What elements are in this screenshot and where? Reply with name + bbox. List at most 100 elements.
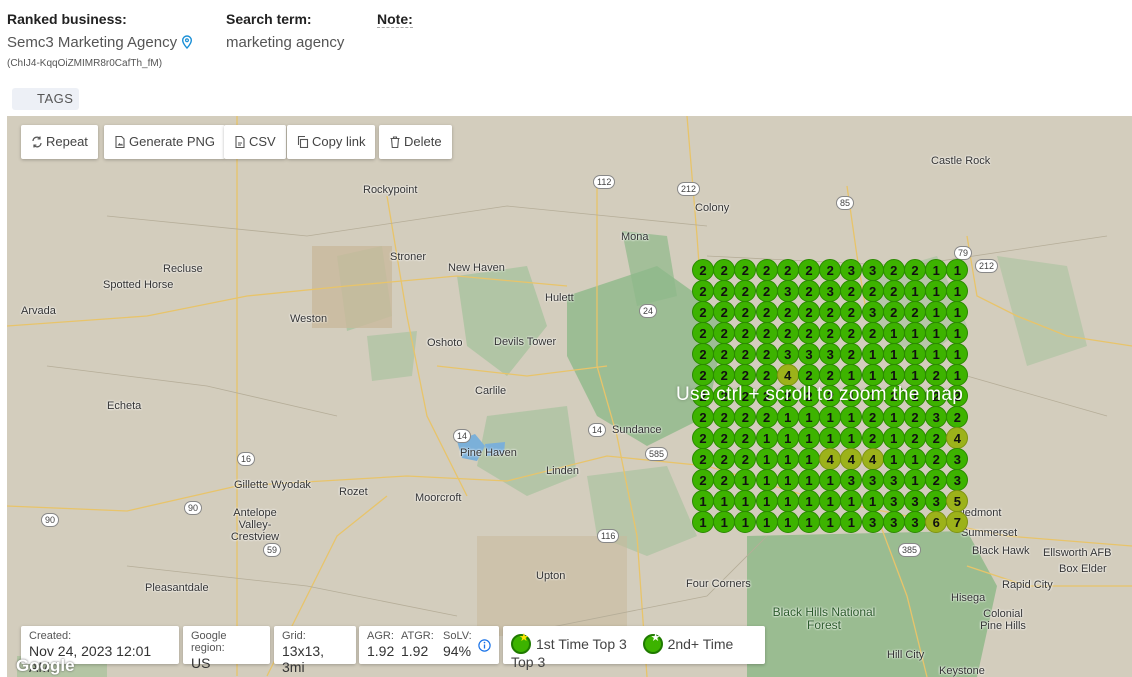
grid-point[interactable]: 1 — [904, 280, 926, 302]
grid-point[interactable]: 2 — [882, 301, 905, 323]
grid-point[interactable]: 2 — [861, 322, 884, 344]
grid-point[interactable]: 1 — [755, 511, 778, 533]
grid-point[interactable]: 3 — [776, 280, 799, 302]
grid-point[interactable]: 2 — [692, 280, 714, 302]
generate-png-button[interactable]: Generate PNG — [104, 125, 225, 159]
grid-point[interactable]: 2 — [692, 322, 714, 344]
grid-point[interactable]: 2 — [692, 364, 714, 386]
grid-point[interactable]: 1 — [882, 364, 905, 386]
grid-point[interactable]: 2 — [798, 280, 820, 302]
grid-point[interactable]: 1 — [755, 448, 778, 470]
grid-point[interactable]: 1 — [861, 343, 884, 365]
grid-point[interactable]: 1 — [904, 469, 926, 491]
grid-point[interactable]: 1 — [776, 427, 799, 449]
grid-point[interactable]: 1 — [692, 511, 714, 533]
grid-point[interactable]: 1 — [882, 322, 905, 344]
grid-point[interactable]: 2 — [692, 406, 714, 428]
map-view[interactable]: Castle Rock Rockypoint Colony Mona Stron… — [7, 116, 1132, 677]
grid-point[interactable]: 2 — [692, 448, 714, 470]
grid-point[interactable]: 1 — [882, 406, 905, 428]
solv-value: 94% — [443, 643, 472, 659]
grid-point[interactable]: 3 — [882, 469, 905, 491]
grid-point[interactable]: 2 — [755, 280, 778, 302]
grid-point[interactable]: 2 — [692, 259, 714, 281]
grid-point[interactable]: 2 — [692, 343, 714, 365]
grid-point[interactable]: 1 — [755, 490, 778, 512]
search-term-value: marketing agency — [226, 34, 345, 51]
grid-point[interactable]: 1 — [861, 490, 884, 512]
grid-point[interactable]: 2 — [798, 364, 820, 386]
grid-point[interactable]: 2 — [755, 343, 778, 365]
grid-point[interactable]: 1 — [904, 448, 926, 470]
grid-point[interactable]: 1 — [776, 406, 799, 428]
grid-point[interactable]: 2 — [776, 322, 799, 344]
grid-point[interactable]: 2 — [755, 322, 778, 344]
grid-point[interactable]: 3 — [861, 511, 884, 533]
repeat-button[interactable]: Repeat — [21, 125, 98, 159]
business-name-text[interactable]: Semc3 Marketing Agency — [7, 34, 177, 51]
grid-point[interactable]: 2 — [861, 406, 884, 428]
grid-point[interactable]: 3 — [776, 343, 799, 365]
grid-point[interactable]: 2 — [755, 301, 778, 323]
csv-button[interactable]: CSV — [224, 125, 286, 159]
grid-point[interactable]: 1 — [798, 427, 820, 449]
grid-point[interactable]: 2 — [904, 427, 926, 449]
grid-point[interactable]: 1 — [882, 343, 905, 365]
grid-point[interactable]: 2 — [861, 280, 884, 302]
grid-point[interactable]: 2 — [692, 427, 714, 449]
grid-point[interactable]: 4 — [776, 364, 799, 386]
delete-button[interactable]: Delete — [379, 125, 452, 159]
grid-point[interactable]: 3 — [798, 343, 820, 365]
grid-point[interactable]: 1 — [755, 469, 778, 491]
grid-point[interactable]: 1 — [904, 322, 926, 344]
grid-point[interactable]: 1 — [798, 511, 820, 533]
grid-point[interactable]: 1 — [882, 427, 905, 449]
grid-point[interactable]: 2 — [755, 406, 778, 428]
grid-point[interactable]: 2 — [755, 259, 778, 281]
grid-point[interactable]: 2 — [882, 259, 905, 281]
grid-point[interactable]: 2 — [798, 301, 820, 323]
grid-point[interactable]: 1 — [776, 511, 799, 533]
grid-point[interactable]: 3 — [861, 301, 884, 323]
grid-point[interactable]: 4 — [861, 448, 884, 470]
grid-point[interactable]: 2 — [692, 469, 714, 491]
grid-point[interactable]: 3 — [882, 490, 905, 512]
grid-point[interactable]: 1 — [692, 490, 714, 512]
metrics-box: AGR: 1.92 ATGR: 1.92 SoLV: 94% — [359, 626, 499, 664]
grid-point[interactable]: 2 — [776, 301, 799, 323]
grid-point[interactable]: 3 — [882, 511, 905, 533]
grid-point[interactable]: 2 — [755, 364, 778, 386]
grid-point[interactable]: 2 — [904, 259, 926, 281]
grid-point[interactable]: 2 — [692, 301, 714, 323]
grid-point[interactable]: 3 — [861, 469, 884, 491]
grid-point[interactable]: 1 — [798, 469, 820, 491]
grid-point[interactable]: 1 — [861, 364, 884, 386]
grid-point[interactable]: 3 — [904, 511, 926, 533]
grid-point[interactable]: 2 — [882, 280, 905, 302]
grid-point[interactable]: 1 — [776, 469, 799, 491]
grid-point[interactable]: 3 — [861, 259, 884, 281]
grid-point[interactable]: 1 — [776, 490, 799, 512]
grid-point[interactable]: 2 — [798, 322, 820, 344]
grid-point[interactable]: 3 — [904, 490, 926, 512]
grid-point[interactable]: 2 — [798, 259, 820, 281]
grid-point[interactable]: 2 — [776, 259, 799, 281]
grid-point[interactable]: 2 — [861, 427, 884, 449]
note-label[interactable]: Note: — [377, 11, 413, 28]
grid-point[interactable]: 1 — [755, 427, 778, 449]
copy-link-button[interactable]: Copy link — [287, 125, 376, 159]
grid-point[interactable]: 1 — [798, 490, 820, 512]
business-name[interactable]: Semc3 Marketing Agency — [7, 34, 193, 51]
grid-point[interactable]: 1 — [904, 364, 926, 386]
grid-point[interactable]: 1 — [882, 448, 905, 470]
grid-point[interactable]: 2 — [904, 301, 926, 323]
grid-point[interactable]: 1 — [798, 448, 820, 470]
grid-point[interactable]: 1 — [904, 343, 926, 365]
grid-point[interactable]: 1 — [776, 448, 799, 470]
info-icon[interactable] — [478, 639, 491, 652]
map-pin-icon[interactable] — [181, 35, 193, 49]
hwy-59: 59 — [263, 543, 282, 557]
grid-point[interactable]: 1 — [798, 406, 820, 428]
tags-button[interactable]: TAGS — [12, 88, 79, 110]
grid-point[interactable]: 2 — [904, 406, 926, 428]
